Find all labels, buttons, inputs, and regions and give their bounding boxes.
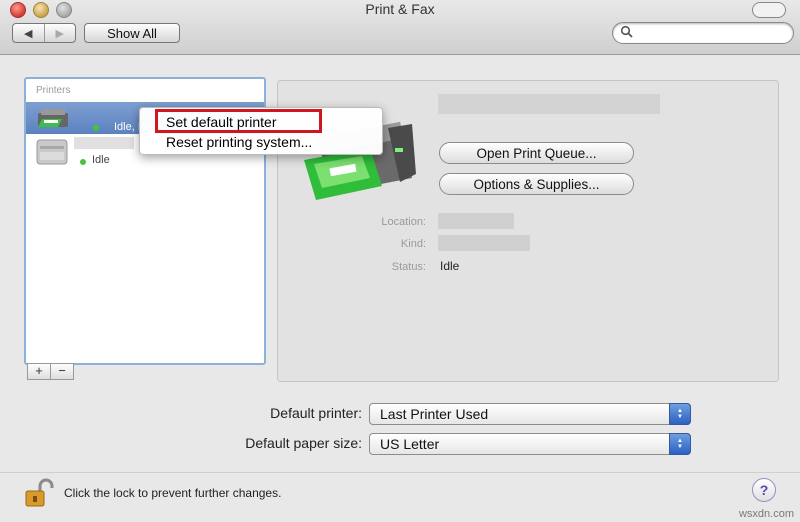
default-printer-value: Last Printer Used [380, 406, 489, 422]
menu-item-highlight-box [155, 109, 322, 133]
status-dot-icon [80, 159, 86, 165]
popup-arrows-icon: ▲ ▼ [669, 433, 691, 455]
printer-thumbnail-icon [38, 109, 68, 127]
default-paper-size-select[interactable]: US Letter ▲ ▼ [369, 433, 691, 455]
kind-label: Kind: [400, 238, 426, 250]
printer-name-redacted [438, 94, 660, 114]
add-printer-button[interactable]: + [27, 363, 51, 380]
status-dot-icon [93, 125, 99, 131]
default-printer-label: Default printer: [270, 405, 362, 421]
default-paper-size-value: US Letter [380, 436, 440, 452]
toolbar-toggle-button[interactable] [752, 2, 786, 18]
add-remove-controls: + − [27, 363, 74, 380]
nav-arrows: ◀ ▶ [12, 23, 76, 43]
reset-printing-system-menu-item[interactable]: Reset printing system... [166, 134, 312, 150]
printer-name-redacted [74, 137, 134, 149]
printers-list-header: Printers [36, 85, 71, 96]
help-button[interactable]: ? [752, 478, 776, 502]
status-label: Status: [391, 261, 426, 273]
lock-hint-text: Click the lock to prevent further change… [64, 486, 282, 500]
show-all-button[interactable]: Show All [84, 23, 180, 43]
location-label: Location: [381, 216, 426, 228]
window-titlebar: Print & Fax ◀ ▶ Show All [0, 0, 800, 55]
search-icon [620, 25, 633, 38]
window-title: Print & Fax [365, 1, 435, 17]
lock-icon[interactable] [24, 478, 56, 508]
default-paper-size-label: Default paper size: [245, 435, 362, 451]
printer-status-2: Idle [92, 154, 110, 166]
printer-thumbnail-icon [36, 139, 68, 165]
footer-divider [0, 472, 800, 473]
watermark-text: wsxdn.com [738, 508, 794, 520]
kind-value-redacted [438, 235, 530, 251]
default-printer-select[interactable]: Last Printer Used ▲ ▼ [369, 403, 691, 425]
search-field[interactable] [612, 22, 794, 44]
popup-arrows-icon: ▲ ▼ [669, 403, 691, 425]
remove-printer-button[interactable]: − [51, 363, 74, 380]
open-print-queue-button[interactable]: Open Print Queue... [439, 142, 634, 164]
status-value: Idle [440, 259, 460, 273]
back-arrow-icon[interactable]: ◀ [13, 24, 44, 42]
options-supplies-button[interactable]: Options & Supplies... [439, 173, 634, 195]
forward-arrow-icon[interactable]: ▶ [43, 24, 76, 42]
location-value-redacted [438, 213, 514, 229]
